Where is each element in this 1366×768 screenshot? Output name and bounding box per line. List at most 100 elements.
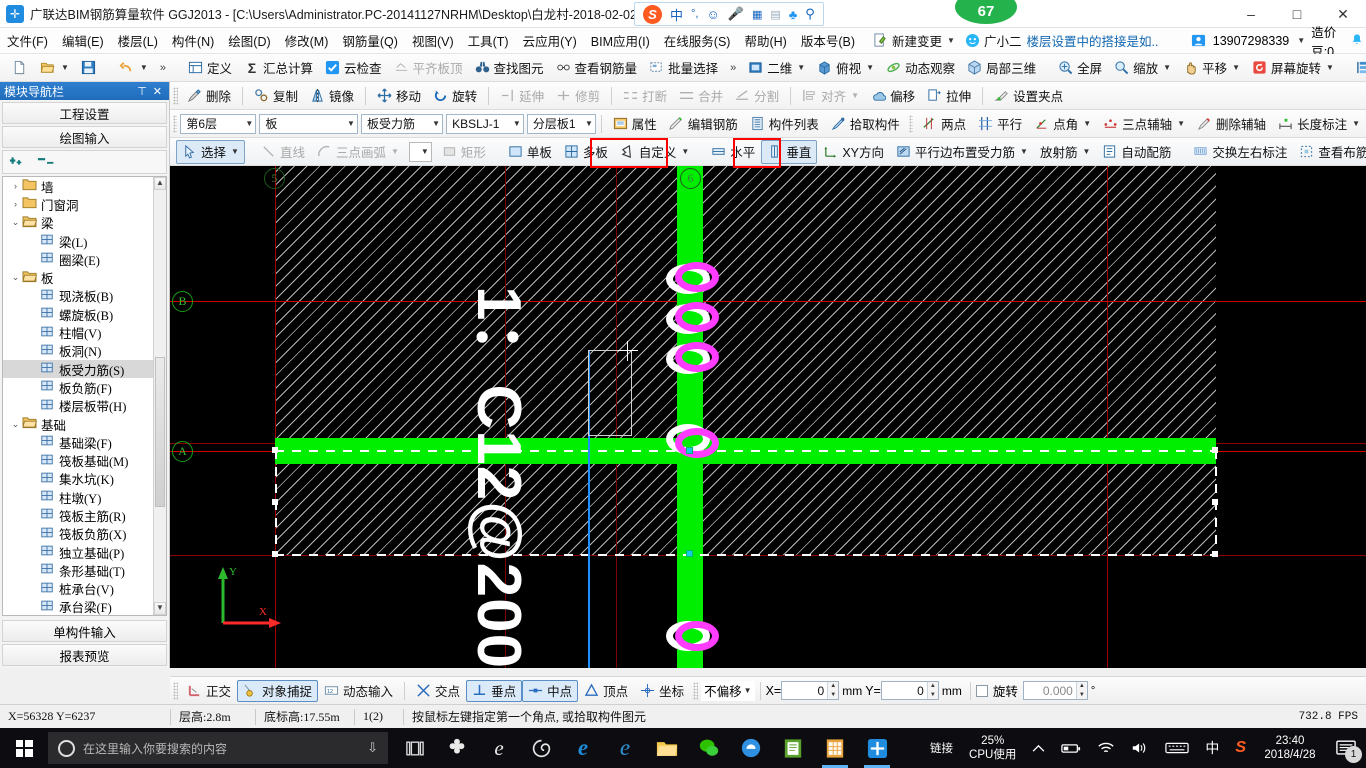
object-snap-button[interactable]: 对象捕捉 — [237, 679, 319, 702]
start-button[interactable] — [0, 728, 48, 768]
project-settings-button[interactable]: 工程设置 — [2, 102, 167, 124]
split-button[interactable]: 分割 — [729, 84, 785, 108]
component-type-chevron-icon[interactable]: ▼ — [341, 119, 355, 128]
floor-combo[interactable]: 第6层 ▼ — [180, 113, 257, 134]
app-edge-legacy-button[interactable]: e — [478, 728, 520, 768]
rebar-name-combo[interactable]: KBSLJ-1 ▼ — [446, 113, 524, 134]
scroll-down-button[interactable]: ▼ — [154, 602, 166, 615]
menu-tools[interactable]: 工具(T) — [461, 28, 516, 53]
cad-canvas[interactable]: 1：C12@200 5 B A 6 Y X — [170, 166, 1366, 668]
tree-folder[interactable]: › 门窗洞 — [3, 195, 153, 213]
fullscreen-button[interactable]: 全屏 — [1052, 56, 1108, 80]
tree-folder[interactable]: ⌄ 基础 — [3, 415, 153, 433]
offset-mode-chevron-icon[interactable]: ▼ — [744, 686, 752, 695]
app-notepad-button[interactable] — [772, 728, 814, 768]
break-button[interactable]: 打断 — [617, 84, 673, 108]
open-file-button[interactable]: ▼ — [34, 56, 75, 80]
radial-rebar-chevron-icon[interactable]: ▼ — [1082, 147, 1090, 156]
ime-mode-indicator[interactable]: 中 — [1197, 728, 1227, 768]
dynamic-input-button[interactable]: 12 动态输入 — [318, 680, 399, 702]
custom-slab-chevron-icon[interactable]: ▼ — [681, 147, 689, 156]
open-file-chevron-icon[interactable]: ▼ — [61, 63, 69, 72]
undo-chevron-icon[interactable]: ▼ — [140, 63, 148, 72]
ime-emoji-icon[interactable]: ☺ — [706, 7, 719, 22]
y-offset-input[interactable] — [881, 682, 927, 699]
chevron-down-icon[interactable]: ⌄ — [9, 272, 22, 283]
tray-expand-button[interactable] — [1024, 728, 1053, 768]
length-dimension-button[interactable]: 长度标注 ▼ — [1272, 112, 1366, 136]
taskbar-search-box[interactable]: 在这里输入你要搜索的内容 ⇩ — [48, 732, 388, 764]
scroll-thumb[interactable] — [155, 357, 165, 507]
pick-component-button[interactable]: 拾取构件 — [825, 112, 906, 136]
draw-empty-combo[interactable]: ▼ — [408, 141, 432, 162]
chevron-down-icon[interactable]: ▼ — [947, 36, 955, 45]
define-button[interactable]: 定义 — [182, 56, 238, 80]
orbit-button[interactable]: 动态观察 — [880, 56, 961, 80]
y-offset-stepper[interactable]: ▲▼ — [880, 681, 939, 700]
menu-file[interactable]: 文件(F) — [0, 28, 55, 53]
top-view-chevron-icon[interactable]: ▼ — [866, 63, 874, 72]
tree-item[interactable]: 现浇板(B) — [3, 287, 153, 305]
batch-select-button[interactable]: 批量选择 — [643, 56, 724, 80]
single-component-input-button[interactable]: 单构件输入 — [2, 620, 167, 642]
selection-grip-ml[interactable] — [272, 499, 278, 505]
toolbar-axis-grip[interactable] — [908, 114, 914, 133]
menu-edit[interactable]: 编辑(E) — [55, 28, 111, 53]
chevron-down-icon[interactable]: ⌄ — [9, 419, 22, 430]
zoom-button[interactable]: 缩放 ▼ — [1108, 56, 1177, 80]
auto-rebar-button[interactable]: 自动配筋 — [1096, 140, 1177, 164]
horizontal-button[interactable]: 水平 — [705, 140, 761, 164]
menu-floor[interactable]: 楼层(L) — [111, 28, 165, 53]
app-qq-browser-button[interactable] — [730, 728, 772, 768]
task-view-button[interactable] — [394, 728, 436, 768]
rotate-input[interactable] — [1023, 682, 1076, 699]
component-list-button[interactable]: 构件列表 — [744, 112, 825, 136]
select-tool-button[interactable]: 选择 ▼ — [176, 139, 245, 164]
rebar-band-vertical[interactable] — [677, 166, 703, 668]
app-uc-browser-button[interactable] — [520, 728, 562, 768]
three-point-axis-button[interactable]: 三点辅轴 ▼ — [1097, 112, 1191, 136]
tree-item[interactable]: 基础梁(F) — [3, 433, 153, 451]
screen-rotate-chevron-icon[interactable]: ▼ — [1326, 63, 1334, 72]
selection-grip-tr[interactable] — [1212, 447, 1218, 453]
menu-version[interactable]: 版本号(B) — [794, 28, 862, 53]
delete-button[interactable]: 删除 — [181, 84, 237, 108]
tree-item[interactable]: 圈梁(E) — [3, 250, 153, 268]
offset-mode-combo[interactable]: 不偏移 ▼ — [701, 680, 755, 701]
notification-center-button[interactable]: 1 — [1326, 728, 1366, 768]
menu-modify[interactable]: 修改(M) — [278, 28, 336, 53]
tree-item[interactable]: 筏板负筋(X) — [3, 525, 153, 543]
ortho-button[interactable]: 正交 — [181, 680, 237, 702]
tree-item[interactable]: 独立基础(P) — [3, 543, 153, 561]
new-change-button[interactable]: 新建变更 ▼ — [868, 29, 960, 52]
summary-calc-button[interactable]: Σ 汇总计算 — [238, 56, 319, 80]
app-explorer-button[interactable] — [646, 728, 688, 768]
radial-rebar-button[interactable]: 放射筋 ▼ — [1034, 140, 1096, 164]
rebar-type-combo[interactable]: 板受力筋 ▼ — [360, 113, 444, 134]
tree-item[interactable]: 柱墩(Y) — [3, 488, 153, 506]
length-dimension-chevron-icon[interactable]: ▼ — [1352, 119, 1360, 128]
tree-item[interactable]: 条形基础(T) — [3, 561, 153, 579]
x-offset-input[interactable] — [782, 682, 828, 699]
tree-item[interactable]: 螺旋板(B) — [3, 305, 153, 323]
toolbar-component-grip[interactable] — [173, 114, 178, 133]
axis-bubble-A[interactable]: A — [172, 441, 193, 462]
drawing-input-button[interactable]: 绘图输入 — [2, 126, 167, 148]
menu-component[interactable]: 构件(N) — [165, 28, 221, 53]
line-tool-button[interactable]: 直线 — [255, 140, 311, 164]
component-tree[interactable]: › 墙 › 门窗洞 ⌄ 梁梁(L) 圈梁(E) ⌄ 板现浇板(B) 螺旋板(B) 柱帽(V) 板洞(N… — [2, 176, 167, 616]
snapbar-grip2[interactable] — [693, 681, 699, 700]
xy-direction-button[interactable]: XY方向 — [817, 140, 890, 164]
toolbar-std-overflow[interactable]: » — [154, 62, 172, 74]
properties-button[interactable]: 属性 — [607, 112, 663, 136]
arc-tool-chevron-icon[interactable]: ▼ — [391, 147, 399, 156]
phone-number-label[interactable]: 13907298339 — [1213, 34, 1289, 48]
app-ggj-button[interactable] — [856, 728, 898, 768]
screen-rotate-button[interactable]: 屏幕旋转 ▼ — [1246, 56, 1340, 80]
axis-bubble-5[interactable]: 5 — [264, 168, 285, 189]
align-chevron-icon[interactable]: ▼ — [851, 91, 859, 100]
axis-bubble-6[interactable]: 6 — [680, 168, 701, 189]
align-slab-top-button[interactable]: 平齐板顶 — [388, 56, 469, 80]
tree-folder[interactable]: ⌄ 梁 — [3, 214, 153, 232]
set-grip-button[interactable]: 设置夹点 — [988, 84, 1069, 108]
